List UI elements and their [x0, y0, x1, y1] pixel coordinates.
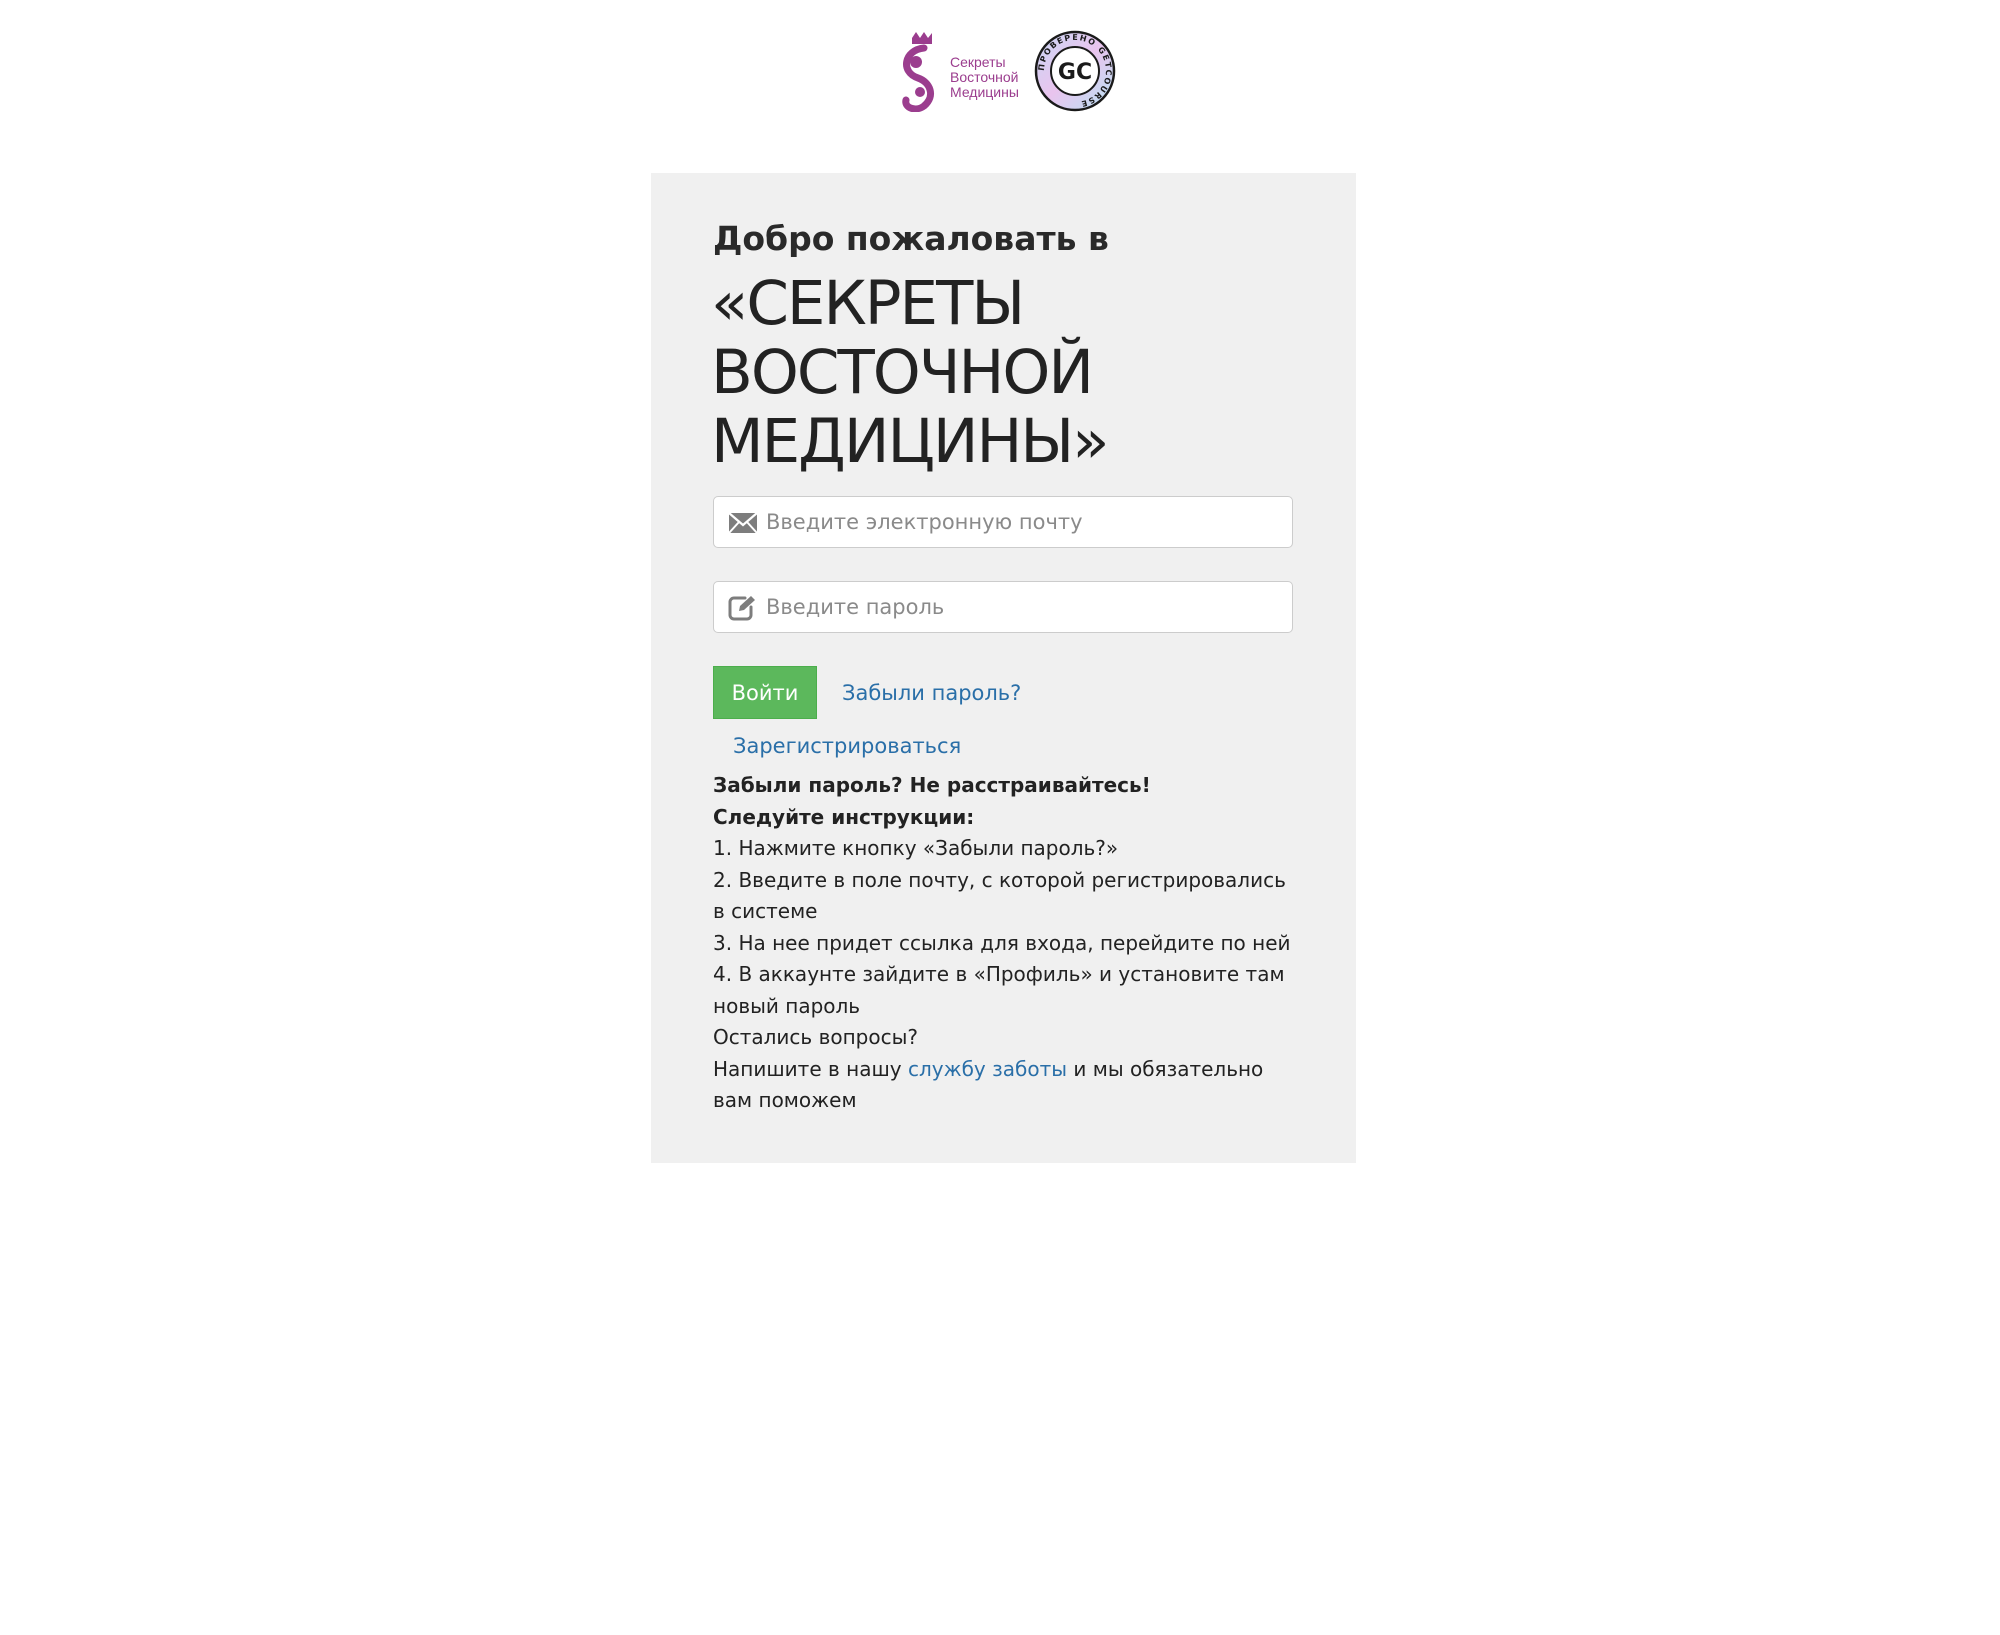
help-step: 3. На нее придет ссылка для входа, перей…	[713, 930, 1291, 955]
help-subheading: Следуйте инструкции:	[713, 804, 975, 829]
email-input[interactable]	[766, 497, 1276, 546]
password-field[interactable]	[713, 581, 1293, 633]
edit-icon	[728, 595, 758, 621]
brand-emblem-icon	[902, 32, 935, 112]
school-title: «СЕКРЕТЫ ВОСТОЧНОЙ МЕДИЦИНЫ»	[711, 268, 1109, 477]
help-step: 1. Нажмите кнопку «Забыли пароль?»	[713, 836, 1119, 860]
email-field[interactable]	[713, 496, 1293, 548]
brand-name: Секреты Восточной Медицины	[950, 55, 1040, 100]
login-card: Добро пожаловать в «СЕКРЕТЫ ВОСТОЧНОЙ МЕ…	[651, 173, 1356, 1163]
help-step: 2. Введите в поле почту, с которой регис…	[713, 867, 1286, 924]
register-link[interactable]: Зарегистрироваться	[733, 729, 961, 763]
password-help: Забыли пароль? Не расстраивайтесь! Следу…	[713, 770, 1303, 1117]
password-input[interactable]	[766, 582, 1276, 631]
getcourse-verified-badge[interactable]: ПРОВЕРЕНО GETCOURSE GC	[1034, 30, 1116, 112]
forgot-password-link[interactable]: Забыли пароль?	[842, 676, 1021, 710]
help-questions: Остались вопросы?	[713, 1025, 918, 1049]
header: Секреты Восточной Медицины ПРОВЕРЕНО GET…	[0, 30, 2000, 112]
help-contact: Напишите в нашу службу заботы и мы обяза…	[713, 1054, 1303, 1117]
envelope-icon	[728, 510, 758, 536]
help-step: 4. В аккаунте зайдите в «Профиль» и уста…	[713, 962, 1285, 1018]
support-link[interactable]: службу заботы	[908, 1057, 1067, 1081]
badge-monogram: GC	[1058, 60, 1092, 85]
help-contact-text: Напишите в нашу	[713, 1056, 908, 1081]
brand-logo[interactable]: Секреты Восточной Медицины	[890, 30, 1030, 112]
login-button[interactable]: Войти	[713, 666, 817, 719]
getcourse-badge-icon: ПРОВЕРЕНО GETCOURSE GC	[1034, 30, 1116, 112]
help-heading: Забыли пароль? Не расстраивайтесь!	[713, 773, 1151, 797]
brand-name-line: Восточной	[950, 69, 1019, 85]
brand-name-line: Секреты	[950, 54, 1006, 70]
brand-name-line: Медицины	[950, 84, 1019, 100]
welcome-heading: Добро пожаловать в	[713, 219, 1109, 258]
